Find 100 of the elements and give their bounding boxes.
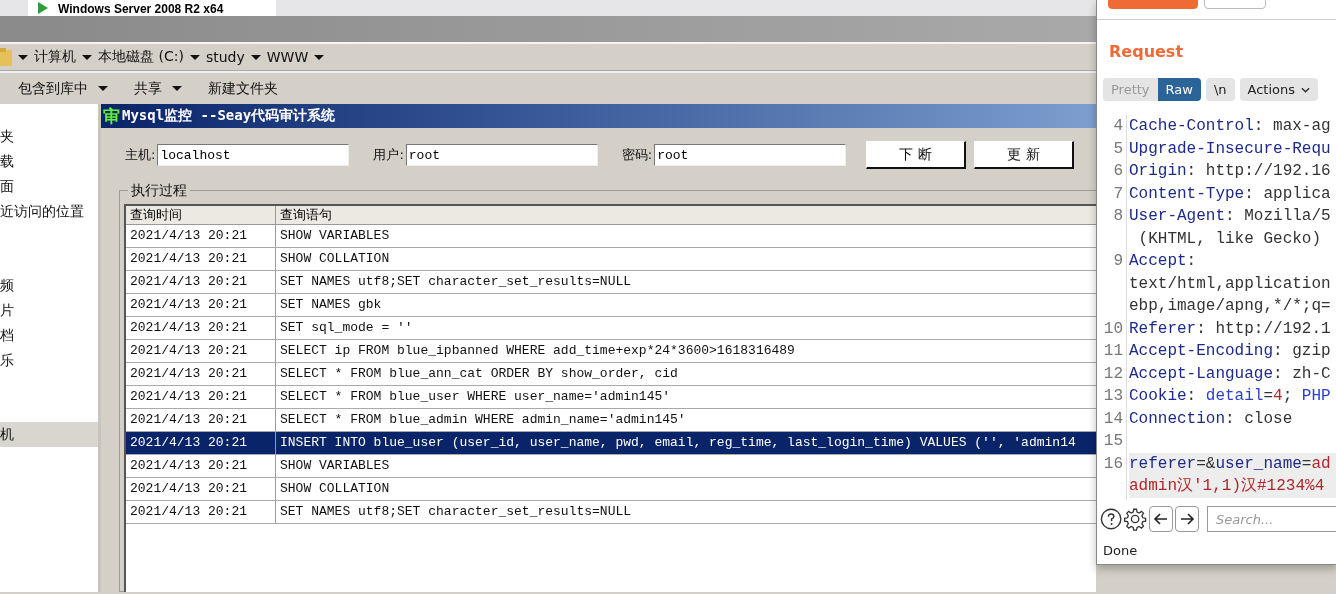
- column-header[interactable]: 查询语句: [276, 206, 1096, 224]
- arrow-left-icon: [1152, 511, 1169, 527]
- code-line: Origin: http://192.16: [1129, 161, 1332, 182]
- code-line: Connection: close: [1129, 408, 1294, 430]
- settings-icon[interactable]: [1124, 507, 1147, 531]
- line-number: 10: [1102, 318, 1124, 340]
- table-row[interactable]: 2021/4/13 20:21 SHOW COLLATION: [126, 478, 1096, 501]
- folder-icon: [0, 48, 12, 66]
- code-line: ebp,image/apng,*/*;q=: [1129, 296, 1332, 317]
- nav-item[interactable]: 载: [0, 149, 98, 174]
- table-cell: 2021/4/13 20:21: [126, 455, 276, 477]
- code-line: Upgrade-Insecure-Requ: [1129, 138, 1332, 160]
- toolbar-button[interactable]: 共享: [134, 79, 162, 98]
- table-cell: 2021/4/13 20:21: [126, 294, 276, 316]
- nav-item[interactable]: 近访问的位置: [0, 199, 98, 224]
- table-cell-text: SHOW COLLATION: [279, 480, 391, 498]
- code-line: referer=&user_name=ad: [1129, 453, 1332, 475]
- input-field[interactable]: root: [405, 144, 598, 166]
- table-row[interactable]: 2021/4/13 20:21 SET NAMES gbk: [126, 294, 1096, 317]
- table-cell-text: SHOW COLLATION: [279, 250, 391, 268]
- nav-item[interactable]: 机: [0, 422, 98, 447]
- search-field[interactable]: Search...: [1207, 506, 1336, 532]
- help-icon[interactable]: [1100, 507, 1123, 531]
- table-cell: 2021/4/13 20:21: [126, 386, 276, 408]
- code-line: User-Agent: Mozilla/5: [1129, 206, 1332, 227]
- line-number: 4: [1112, 116, 1124, 137]
- table-cell: 2021/4/13 20:21: [126, 432, 276, 454]
- table-cell-text: INSERT INTO blue_user (user_id, user_name, pwd, email, reg_time, last_login_time) VALUES ('', 'admin14: [279, 434, 1077, 452]
- app-icon: 审: [103, 106, 120, 126]
- vm-tab[interactable]: Windows Server 2008 R2 x64: [28, 0, 276, 16]
- code-line: admin汉'1,1)汉#1234%4: [1129, 476, 1326, 497]
- nav-item[interactable]: 档: [0, 323, 98, 348]
- line-number: 13: [1102, 386, 1124, 407]
- table-row[interactable]: 2021/4/13 20:21 SHOW VARIABLES: [126, 225, 1096, 248]
- nav-item[interactable]: 片: [0, 298, 98, 323]
- input-field[interactable]: root: [654, 144, 847, 166]
- table-row[interactable]: 2021/4/13 20:21 INSERT INTO blue_user (user_id, user_name, pwd, email, reg_time, last_login_time) VALUES ('', 'admin14: [126, 432, 1096, 455]
- line-number: 15: [1102, 431, 1124, 452]
- nav-item[interactable]: 频: [0, 273, 98, 298]
- line-number: 9: [1112, 251, 1124, 272]
- line-number: 14: [1102, 408, 1124, 430]
- table-cell: 2021/4/13 20:21: [126, 317, 276, 339]
- table-cell: 2021/4/13 20:21: [126, 248, 276, 270]
- table-row[interactable]: 2021/4/13 20:21 SET NAMES utf8;SET character_set_results=NULL: [126, 271, 1096, 294]
- table-cell: 2021/4/13 20:21: [126, 225, 276, 247]
- breadcrumb-item[interactable]: study: [205, 49, 245, 65]
- code-line: Cache-Control: max-ag: [1129, 116, 1332, 137]
- caret-icon[interactable]: [189, 54, 200, 60]
- line-number: 12: [1102, 363, 1124, 385]
- table-row[interactable]: 2021/4/13 20:21 SHOW COLLATION: [126, 248, 1096, 271]
- group-title: 执行过程: [128, 182, 190, 198]
- breadcrumb-item[interactable]: 计算机: [34, 48, 76, 66]
- table-row[interactable]: 2021/4/13 20:21 SET sql_mode = '': [126, 317, 1096, 340]
- forward-button[interactable]: [1174, 506, 1199, 532]
- nav-item[interactable]: 夹: [0, 124, 98, 149]
- table-cell-text: SET NAMES gbk: [279, 296, 383, 314]
- toolbar-button[interactable]: 新建文件夹: [208, 79, 278, 98]
- table-row[interactable]: 2021/4/13 20:21 SELECT * FROM blue_user WHERE user_name='admin145': [126, 386, 1096, 409]
- toolbar-button[interactable]: 包含到库中: [18, 79, 88, 98]
- caret-icon[interactable]: [18, 54, 28, 60]
- table-row[interactable]: 2021/4/13 20:21 SET NAMES utf8;SET character_set_results=NULL: [126, 501, 1096, 524]
- arrow-right-icon: [1178, 511, 1195, 527]
- column-header[interactable]: 查询时间: [126, 206, 276, 224]
- breadcrumb-item[interactable]: 本地磁盘 (C:): [98, 48, 184, 66]
- window-title: Mysql监控 --Seay代码审计系统: [122, 107, 336, 125]
- nav-item[interactable]: 面: [0, 174, 98, 199]
- back-button[interactable]: [1148, 506, 1173, 532]
- code-line: Referer: http://192.1: [1129, 318, 1332, 340]
- newline-toggle[interactable]: \n: [1205, 78, 1235, 101]
- line-number: 5: [1112, 138, 1124, 160]
- table-cell: 2021/4/13 20:21: [126, 271, 276, 293]
- status-text: Done: [1103, 543, 1139, 558]
- code-line: Content-Type: applica: [1129, 183, 1332, 205]
- caret-icon[interactable]: [98, 86, 108, 91]
- table-row[interactable]: 2021/4/13 20:21 SELECT * FROM blue_ann_cat ORDER BY show_order, cid: [126, 363, 1096, 386]
- table-cell-text: SHOW VARIABLES: [279, 457, 391, 475]
- table-cell: 2021/4/13 20:21: [126, 340, 276, 362]
- field-label: 用户:: [373, 146, 404, 164]
- caret-icon[interactable]: [314, 54, 325, 60]
- line-number: 6: [1112, 161, 1124, 182]
- input-field[interactable]: localhost: [157, 144, 350, 166]
- code-line: text/html,application: [1129, 273, 1332, 295]
- table-cell-text: SELECT * FROM blue_ann_cat ORDER BY show_order, cid: [279, 365, 679, 383]
- caret-icon[interactable]: [172, 86, 182, 91]
- line-number: 7: [1112, 183, 1124, 205]
- table-row[interactable]: 2021/4/13 20:21 SHOW VARIABLES: [126, 455, 1096, 478]
- action-button[interactable]: 下 断: [866, 141, 967, 169]
- action-button[interactable]: 更 新: [974, 141, 1075, 169]
- code-line: Accept-Language: zh-C: [1129, 363, 1332, 385]
- caret-icon[interactable]: [82, 54, 92, 60]
- table-row[interactable]: 2021/4/13 20:21 SELECT ip FROM blue_ipbanned WHERE add_time+exp*24*3600>1618316489: [126, 340, 1096, 363]
- caret-icon[interactable]: [250, 54, 261, 60]
- actions-menu[interactable]: Actions: [1239, 78, 1319, 101]
- view-tab[interactable]: Raw: [1157, 78, 1201, 101]
- table-cell-text: SELECT ip FROM blue_ipbanned WHERE add_time+exp*24*3600>1618316489: [279, 342, 796, 360]
- nav-item[interactable]: 乐: [0, 348, 98, 373]
- line-number: 8: [1112, 206, 1124, 227]
- field-label: 主机:: [125, 146, 156, 164]
- table-cell-text: SELECT * FROM blue_admin WHERE admin_name='admin145': [279, 411, 687, 429]
- breadcrumb-item[interactable]: WWW: [266, 49, 309, 65]
